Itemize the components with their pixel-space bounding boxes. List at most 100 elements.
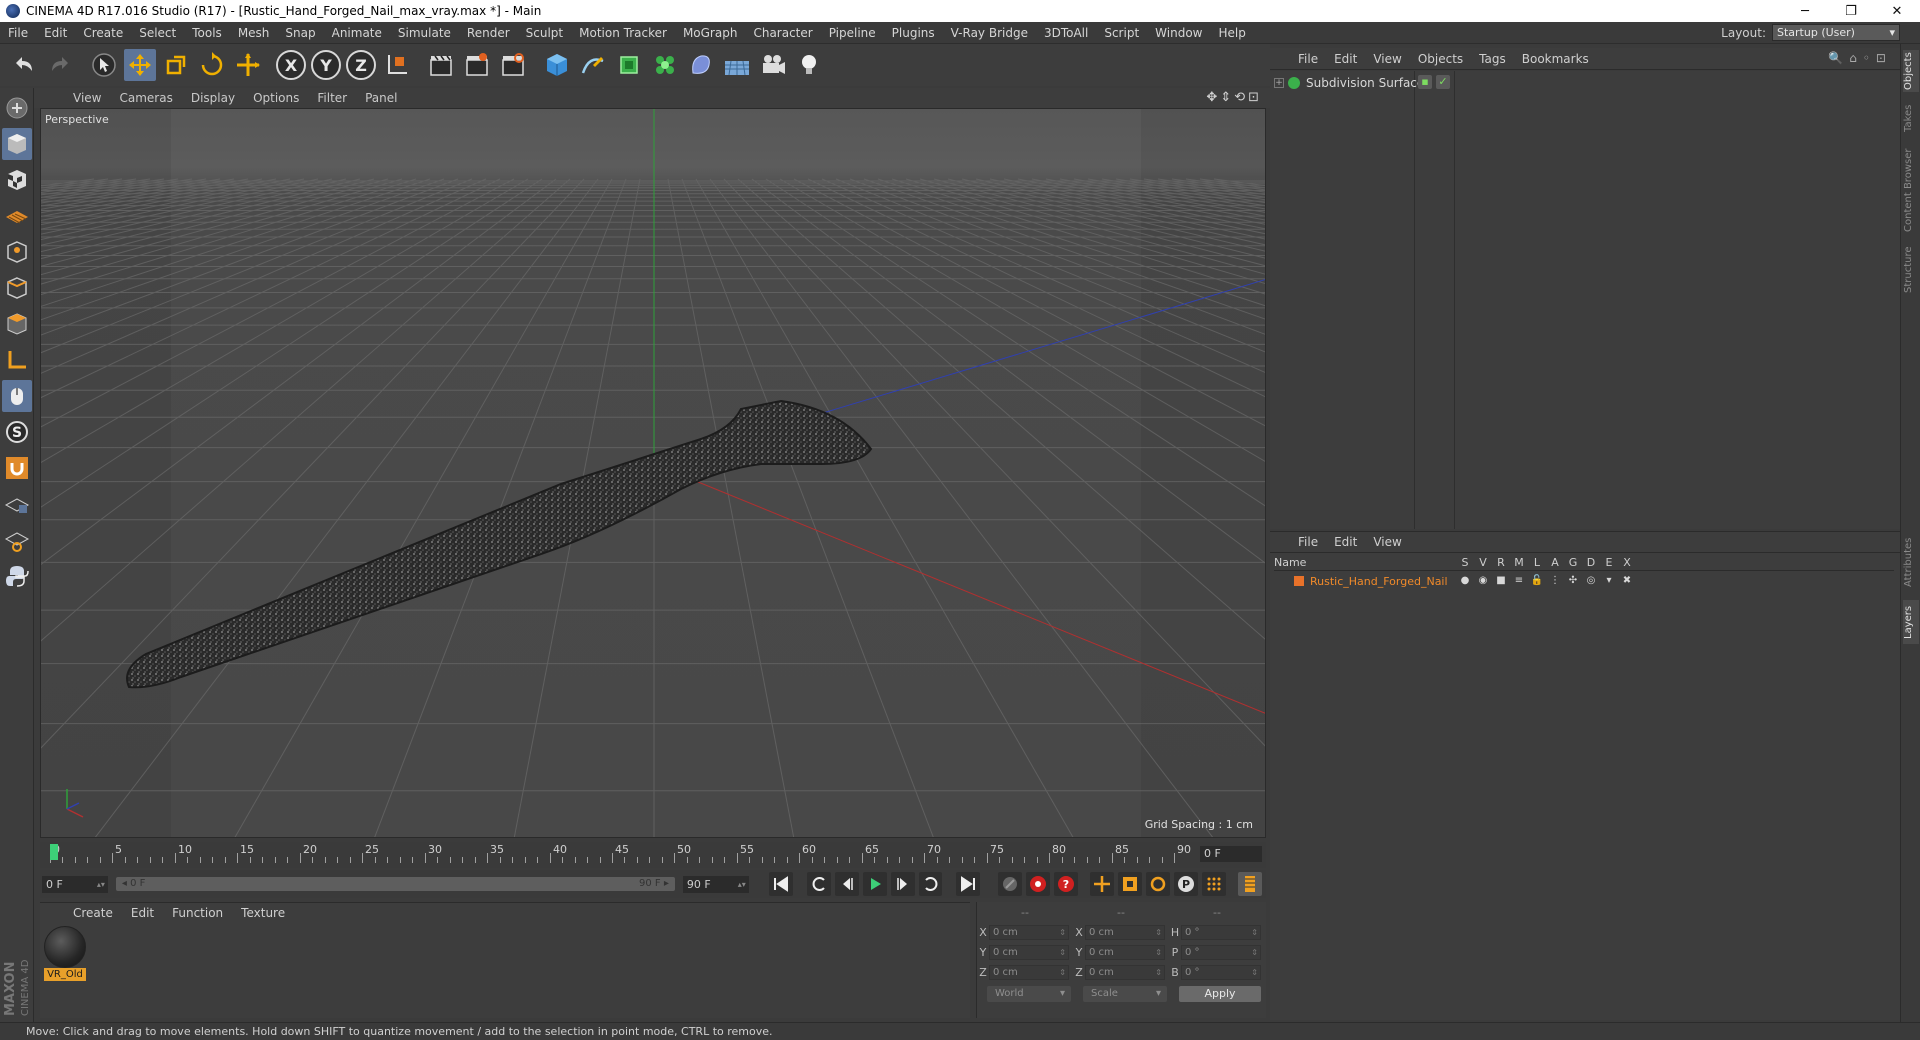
tab-content-browser[interactable]: Content Browser: [1903, 144, 1919, 236]
manager-icon[interactable]: ≡: [1510, 575, 1528, 587]
edges-mode-button[interactable]: [2, 272, 32, 304]
rot-h-field[interactable]: 0 °: [1181, 924, 1261, 940]
size-z-field[interactable]: 0 cm: [1085, 964, 1165, 980]
xref-icon[interactable]: ✖: [1618, 575, 1636, 587]
previous-key-button[interactable]: [806, 872, 831, 896]
current-frame-field[interactable]: 0 F ▴▾: [42, 875, 108, 893]
pos-z-field[interactable]: 0 cm: [989, 964, 1069, 980]
key-rotation-button[interactable]: [1146, 872, 1171, 896]
view-eye-icon[interactable]: ◉: [1474, 575, 1492, 587]
render-settings-button[interactable]: [497, 49, 529, 81]
material-menu-function[interactable]: Function: [163, 906, 232, 920]
add-mograph-button[interactable]: [649, 49, 681, 81]
enabled-check-icon[interactable]: ✓: [1436, 75, 1450, 89]
menu-animate[interactable]: Animate: [324, 26, 390, 40]
menu-select[interactable]: Select: [131, 26, 184, 40]
magnet-button[interactable]: [2, 452, 32, 484]
object-manager-tool-icons[interactable]: 🔍⌂◦⊡: [1828, 51, 1892, 65]
perspective-viewport[interactable]: Perspective Grid Spacing : 1 cm: [40, 108, 1266, 838]
rot-b-field[interactable]: 0 °: [1181, 964, 1261, 980]
menu-pipeline[interactable]: Pipeline: [821, 26, 884, 40]
render-to-picture-viewer-button[interactable]: [461, 49, 493, 81]
layer-color-swatch[interactable]: [1294, 576, 1304, 586]
generator-icon[interactable]: ✣: [1564, 575, 1582, 587]
planar-workplane-button[interactable]: [2, 524, 32, 556]
autokey-button[interactable]: ?: [1054, 872, 1079, 896]
menu-help[interactable]: Help: [1210, 26, 1253, 40]
texture-mode-button[interactable]: [2, 164, 32, 196]
y-axis-lock-button[interactable]: Y: [311, 50, 341, 80]
material-menu-create[interactable]: Create: [64, 906, 122, 920]
menu-plugins[interactable]: Plugins: [884, 26, 943, 40]
menu-window[interactable]: Window: [1147, 26, 1210, 40]
viewport-menu-filter[interactable]: Filter: [308, 91, 356, 105]
go-to-start-button[interactable]: [768, 872, 793, 896]
object-menu-bookmarks[interactable]: Bookmarks: [1514, 52, 1597, 66]
timeline-window-button[interactable]: [1237, 872, 1262, 896]
pos-x-field[interactable]: 0 cm: [989, 924, 1069, 940]
scale-tool-button[interactable]: [160, 49, 192, 81]
coordinate-space-dropdown[interactable]: World: [987, 986, 1071, 1002]
key-scale-button[interactable]: [1118, 872, 1143, 896]
menu-motion-tracker[interactable]: Motion Tracker: [571, 26, 675, 40]
layer-menu-edit[interactable]: Edit: [1326, 535, 1365, 549]
close-button[interactable]: ✕: [1874, 0, 1920, 22]
snap-button[interactable]: S: [2, 416, 32, 448]
layer-menu-file[interactable]: File: [1290, 535, 1326, 549]
previous-frame-button[interactable]: [834, 872, 859, 896]
expression-icon[interactable]: ▾: [1600, 575, 1618, 587]
deformer-icon[interactable]: ◎: [1582, 575, 1600, 587]
render-camera-icon[interactable]: ■: [1492, 575, 1510, 587]
menu-tools[interactable]: Tools: [184, 26, 230, 40]
viewport-menu-options[interactable]: Options: [244, 91, 308, 105]
object-menu-edit[interactable]: Edit: [1326, 52, 1365, 66]
render-view-button[interactable]: [425, 49, 457, 81]
tweak-mode-button[interactable]: [2, 380, 32, 412]
workplane-mode-button[interactable]: [2, 200, 32, 232]
minimize-button[interactable]: ─: [1782, 0, 1828, 22]
solo-toggle-icon[interactable]: ●: [1456, 575, 1474, 587]
timeline-ruler[interactable]: 051015202530354045505560657075808590 0 F: [40, 842, 1266, 868]
material-menu-edit[interactable]: Edit: [122, 906, 163, 920]
next-key-button[interactable]: [918, 872, 943, 896]
max-frame-field[interactable]: 90 F ▴▾: [682, 875, 749, 893]
playhead-marker[interactable]: [50, 844, 58, 860]
model-mode-button[interactable]: [2, 128, 32, 160]
viewport-menu-cameras[interactable]: Cameras: [110, 91, 181, 105]
redo-button[interactable]: [44, 49, 76, 81]
make-editable-button[interactable]: [2, 92, 32, 124]
object-menu-file[interactable]: File: [1290, 52, 1326, 66]
expand-toggle[interactable]: +: [1274, 78, 1284, 88]
go-to-end-button[interactable]: [956, 872, 981, 896]
edit-toggle-icon[interactable]: ▪: [1418, 75, 1432, 89]
tab-structure[interactable]: Structure: [1903, 244, 1919, 296]
lock-workplane-button[interactable]: [2, 488, 32, 520]
size-y-field[interactable]: 0 cm: [1085, 944, 1165, 960]
polygons-mode-button[interactable]: [2, 308, 32, 340]
size-x-field[interactable]: 0 cm: [1085, 924, 1165, 940]
menu-script[interactable]: Script: [1096, 26, 1147, 40]
next-frame-button[interactable]: [890, 872, 915, 896]
coordinate-system-button[interactable]: [381, 49, 413, 81]
menu-create[interactable]: Create: [75, 26, 131, 40]
material-swatch[interactable]: VR_Old: [44, 926, 86, 982]
pos-y-field[interactable]: 0 cm: [989, 944, 1069, 960]
add-spline-button[interactable]: [577, 49, 609, 81]
material-menu-texture[interactable]: Texture: [232, 906, 294, 920]
menu-mograph[interactable]: MoGraph: [675, 26, 746, 40]
points-mode-button[interactable]: [2, 236, 32, 268]
x-axis-lock-button[interactable]: X: [276, 50, 306, 80]
frame-ruler[interactable]: 051015202530354045505560657075808590: [50, 842, 1191, 866]
viewport-menu-view[interactable]: View: [64, 91, 110, 105]
apply-button[interactable]: Apply: [1179, 986, 1261, 1002]
live-selection-button[interactable]: [88, 49, 120, 81]
menu-3dtoall[interactable]: 3DToAll: [1036, 26, 1096, 40]
object-menu-objects[interactable]: Objects: [1410, 52, 1471, 66]
add-environment-button[interactable]: [721, 49, 753, 81]
key-parameter-button[interactable]: P: [1174, 872, 1199, 896]
layer-menu-view[interactable]: View: [1365, 535, 1409, 549]
menu-render[interactable]: Render: [459, 26, 518, 40]
rot-p-field[interactable]: 0 °: [1181, 944, 1261, 960]
current-frame-display[interactable]: 0 F: [1200, 846, 1262, 862]
undo-button[interactable]: [8, 49, 40, 81]
